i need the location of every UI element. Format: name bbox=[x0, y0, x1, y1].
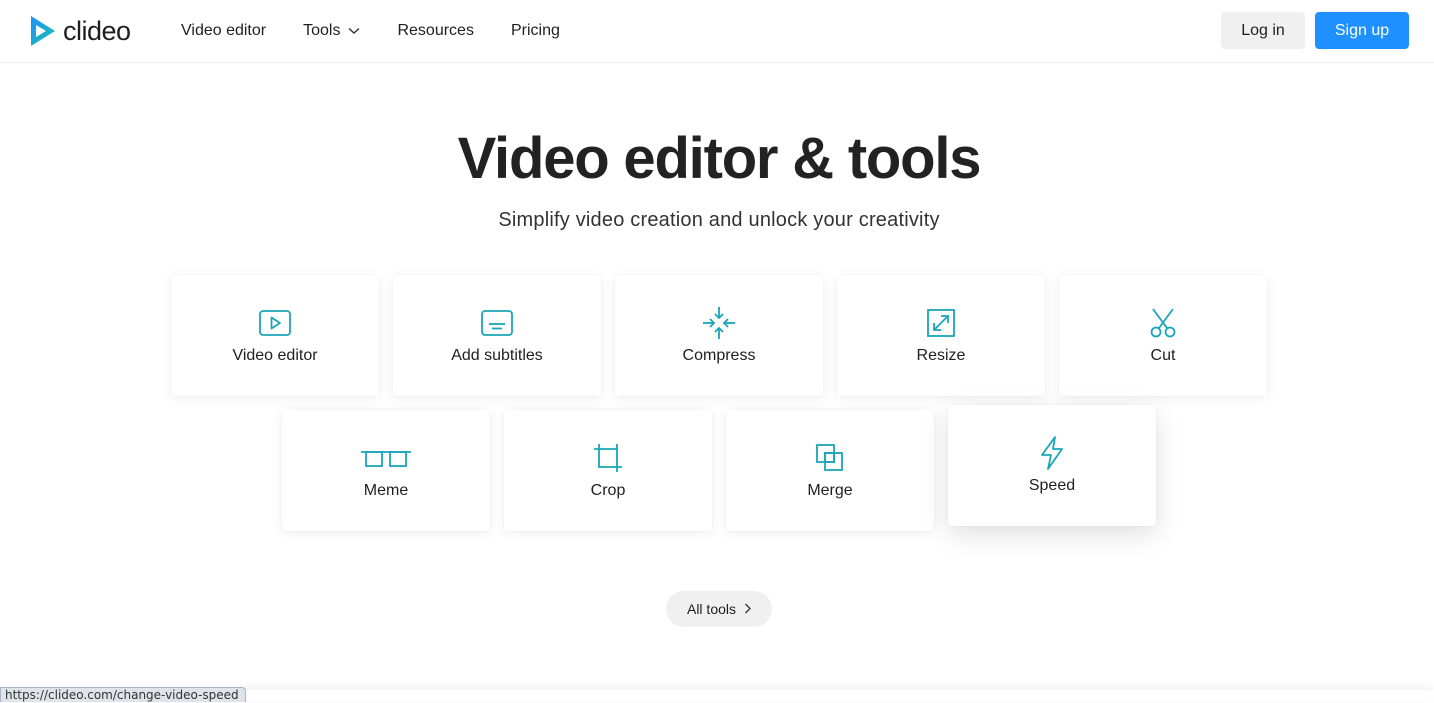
page-title: Video editor & tools bbox=[457, 126, 982, 191]
compress-icon bbox=[702, 306, 736, 340]
all-tools-label: All tools bbox=[686, 601, 737, 617]
tool-label: Meme bbox=[363, 481, 409, 499]
top-header: clideo Video editor Tools Resources Pric… bbox=[0, 0, 1434, 63]
nav-resources[interactable]: Resources bbox=[397, 22, 473, 40]
tool-label: Video editor bbox=[232, 346, 318, 364]
chevron-down-icon bbox=[348, 22, 360, 40]
play-icon bbox=[258, 306, 292, 340]
subtitles-icon bbox=[480, 306, 514, 340]
tool-card-video-editor[interactable]: Video editor bbox=[171, 275, 379, 396]
nav-tools[interactable]: Tools bbox=[303, 22, 360, 40]
all-tools-button[interactable]: All tools bbox=[666, 591, 772, 627]
tool-card-compress[interactable]: Compress bbox=[615, 275, 823, 396]
tool-label: Resize bbox=[916, 346, 966, 364]
main-nav: Video editor Tools Resources Pricing bbox=[181, 0, 597, 62]
tool-label: Compress bbox=[682, 346, 756, 364]
lightning-icon bbox=[1035, 435, 1069, 470]
tool-card-add-subtitles[interactable]: Add subtitles bbox=[393, 275, 601, 396]
play-triangle-logo-icon bbox=[31, 16, 55, 46]
tool-label: Merge bbox=[807, 481, 853, 499]
tool-card-resize[interactable]: Resize bbox=[837, 275, 1045, 396]
nav-pricing[interactable]: Pricing bbox=[511, 22, 560, 40]
tool-label: Crop bbox=[590, 481, 626, 499]
nav-tools-label: Tools bbox=[303, 22, 341, 39]
tool-card-cut[interactable]: Cut bbox=[1059, 275, 1267, 396]
merge-icon bbox=[813, 441, 847, 475]
nav-video-editor[interactable]: Video editor bbox=[181, 22, 266, 40]
tool-label: Cut bbox=[1150, 346, 1176, 364]
tool-label: Speed bbox=[1028, 476, 1076, 494]
login-button[interactable]: Log in bbox=[1221, 12, 1305, 49]
clideo-logo[interactable]: clideo bbox=[29, 15, 131, 47]
glasses-icon bbox=[360, 441, 412, 475]
signup-button[interactable]: Sign up bbox=[1315, 12, 1409, 49]
tool-card-speed[interactable]: Speed bbox=[948, 405, 1156, 526]
tool-card-meme[interactable]: Meme bbox=[282, 410, 490, 531]
crop-icon bbox=[591, 441, 625, 475]
page-subtitle: Simplify video creation and unlock your … bbox=[498, 209, 940, 231]
tool-card-crop[interactable]: Crop bbox=[504, 410, 712, 531]
chevron-right-icon bbox=[744, 601, 751, 617]
resize-icon bbox=[924, 306, 958, 340]
status-bar-url: https://clideo.com/change-video-speed bbox=[0, 687, 246, 702]
tool-card-merge[interactable]: Merge bbox=[726, 410, 934, 531]
brand-name: clideo bbox=[63, 15, 131, 46]
scissors-icon bbox=[1146, 306, 1180, 340]
tool-label: Add subtitles bbox=[451, 346, 543, 364]
